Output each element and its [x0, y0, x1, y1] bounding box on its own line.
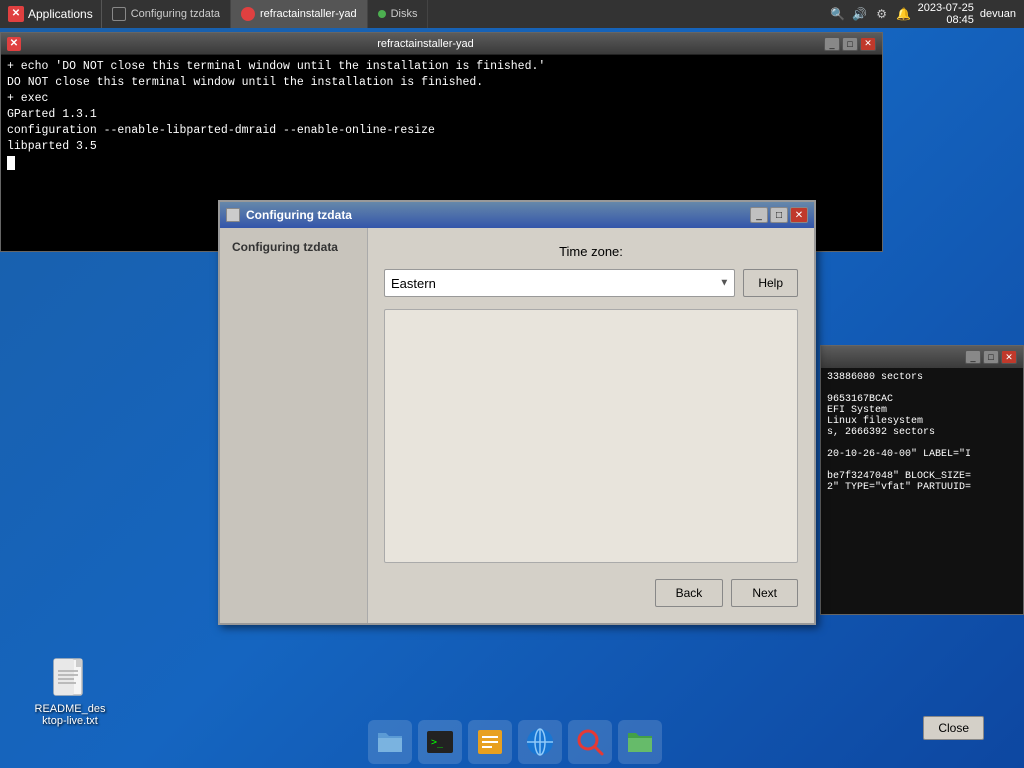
- terminal-line-1: + echo 'DO NOT close this terminal windo…: [7, 59, 876, 75]
- taskbar-window-configuring-tzdata[interactable]: Configuring tzdata: [102, 0, 231, 28]
- applications-label: Applications: [28, 7, 93, 21]
- help-button[interactable]: Help: [743, 269, 798, 297]
- audio-tray-icon[interactable]: 🔊: [852, 6, 868, 22]
- close-button-area: Close: [923, 716, 984, 740]
- dialog-title-icon: [226, 208, 240, 222]
- applications-menu[interactable]: ✕ Applications: [0, 0, 102, 28]
- dock-icon-search[interactable]: [568, 720, 612, 764]
- terminal2-line-9: [827, 460, 1017, 471]
- dialog-content-area: [384, 309, 798, 563]
- dialog-close-button[interactable]: ✕: [790, 207, 808, 223]
- terminal2-line-2: [827, 383, 1017, 394]
- taskbar-window-disks[interactable]: Disks: [368, 0, 429, 28]
- update-tray-icon[interactable]: ⚙: [874, 6, 890, 22]
- terminal-titlebar: ✕ refractainstaller-yad _ □ ✕: [1, 33, 882, 55]
- taskbar-window-refractainstaller[interactable]: refractainstaller-yad: [231, 0, 368, 28]
- window-label-tzdata: Configuring tzdata: [131, 8, 220, 20]
- dialog-minimize-button[interactable]: _: [750, 207, 768, 223]
- terminal-line-2: DO NOT close this terminal window until …: [7, 75, 876, 91]
- desktop: ✕ Applications Configuring tzdata refrac…: [0, 0, 1024, 768]
- window-label-refracta: refractainstaller-yad: [260, 8, 357, 20]
- timezone-label: Time zone:: [384, 244, 798, 259]
- dialog-sidebar-label: Configuring tzdata: [232, 240, 338, 254]
- clock: 2023-07-2508:45: [918, 2, 974, 26]
- dock-icon-terminal[interactable]: >_: [418, 720, 462, 764]
- terminal2-line-4: EFI System: [827, 405, 1017, 416]
- folder-home-icon: [374, 726, 406, 758]
- terminal-window-secondary: _ □ ✕ 33886080 sectors 9653167BCAC EFI S…: [820, 345, 1024, 615]
- terminal-line-6: libparted 3.5: [7, 139, 876, 155]
- terminal2-line-3: 9653167BCAC: [827, 394, 1017, 405]
- search-dock-icon: [574, 726, 606, 758]
- dialog-window-controls: _ □ ✕: [750, 207, 808, 223]
- dialog-main: Time zone: Eastern UTC US/Pacific US/Mou…: [368, 228, 814, 623]
- terminal2-line-11: 2" TYPE="vfat" PARTUUID=: [827, 482, 1017, 493]
- search-tray-icon[interactable]: 🔍: [830, 6, 846, 22]
- terminal2-titlebar: _ □ ✕: [821, 346, 1023, 368]
- terminal-title-icon: ✕: [7, 37, 21, 51]
- terminal-line-4: GParted 1.3.1: [7, 107, 876, 123]
- dock-icon-folder[interactable]: [618, 720, 662, 764]
- next-button[interactable]: Next: [731, 579, 798, 607]
- files-dock-icon: [474, 726, 506, 758]
- terminal-cursor-line: [7, 156, 876, 172]
- terminal-window-controls: _ □ ✕: [824, 37, 876, 51]
- terminal-line-3: + exec: [7, 91, 876, 107]
- terminal2-controls: _ □ ✕: [965, 350, 1017, 364]
- terminal-minimize-button[interactable]: _: [824, 37, 840, 51]
- dock-icon-browser[interactable]: [518, 720, 562, 764]
- terminal2-maximize-button[interactable]: □: [983, 350, 999, 364]
- terminal-cursor: [7, 156, 15, 170]
- dialog-configuring-tzdata: Configuring tzdata _ □ ✕ Configuring tzd…: [218, 200, 816, 625]
- terminal2-line-1: 33886080 sectors: [827, 372, 1017, 383]
- terminal2-line-5: Linux filesystem: [827, 416, 1017, 427]
- window-label-disks: Disks: [391, 8, 418, 20]
- notify-tray-icon[interactable]: 🔔: [896, 6, 912, 22]
- taskbar-top: ✕ Applications Configuring tzdata refrac…: [0, 0, 1024, 28]
- dock-icon-folder-home[interactable]: [368, 720, 412, 764]
- back-button[interactable]: Back: [655, 579, 724, 607]
- svg-text:>_: >_: [431, 737, 444, 748]
- dialog-maximize-button[interactable]: □: [770, 207, 788, 223]
- dock-icon-files[interactable]: [468, 720, 512, 764]
- systray: 🔍 🔊 ⚙ 🔔 2023-07-2508:45 devuan: [822, 2, 1024, 26]
- timezone-select-row: Eastern UTC US/Pacific US/Mountain US/Ce…: [384, 269, 798, 297]
- dialog-titlebar: Configuring tzdata _ □ ✕: [220, 202, 814, 228]
- folder-dock-icon: [624, 726, 656, 758]
- window-buttons: Configuring tzdata refractainstaller-yad…: [102, 0, 429, 28]
- terminal2-line-6: s, 2666392 sectors: [827, 427, 1017, 438]
- terminal-title-text: refractainstaller-yad: [27, 38, 824, 50]
- terminal2-minimize-button[interactable]: _: [965, 350, 981, 364]
- dialog-title-text: Configuring tzdata: [246, 208, 750, 222]
- terminal-line-5: configuration --enable-libparted-dmraid …: [7, 123, 876, 139]
- terminal-close-button[interactable]: ✕: [860, 37, 876, 51]
- terminal-dock-icon: >_: [424, 726, 456, 758]
- green-dot-icon: [378, 10, 386, 18]
- timezone-select[interactable]: Eastern UTC US/Pacific US/Mountain US/Ce…: [384, 269, 735, 297]
- terminal2-line-10: be7f3247048" BLOCK_SIZE=: [827, 471, 1017, 482]
- terminal2-line-7: [827, 438, 1017, 449]
- xfce-icon: [241, 7, 255, 21]
- terminal2-close-button[interactable]: ✕: [1001, 350, 1017, 364]
- terminal2-content: 33886080 sectors 9653167BCAC EFI System …: [821, 368, 1023, 614]
- username-label: devuan: [980, 8, 1016, 20]
- browser-dock-icon: [524, 726, 556, 758]
- bottom-dock: >_: [360, 716, 670, 768]
- terminal-icon: [112, 7, 126, 21]
- xfce-logo-icon: ✕: [8, 6, 24, 22]
- timezone-select-wrapper: Eastern UTC US/Pacific US/Mountain US/Ce…: [384, 269, 735, 297]
- dialog-footer: Back Next: [384, 575, 798, 607]
- dialog-body: Configuring tzdata Time zone: Eastern UT…: [220, 228, 814, 623]
- terminal2-line-8: 20-10-26-40-00" LABEL="I: [827, 449, 1017, 460]
- readme-file-icon: [46, 655, 94, 703]
- readme-icon-label: README_desktop-live.txt: [35, 703, 106, 727]
- close-button[interactable]: Close: [923, 716, 984, 740]
- dialog-sidebar: Configuring tzdata: [220, 228, 368, 623]
- terminal-maximize-button[interactable]: □: [842, 37, 858, 51]
- desktop-icon-readme[interactable]: README_desktop-live.txt: [30, 655, 110, 727]
